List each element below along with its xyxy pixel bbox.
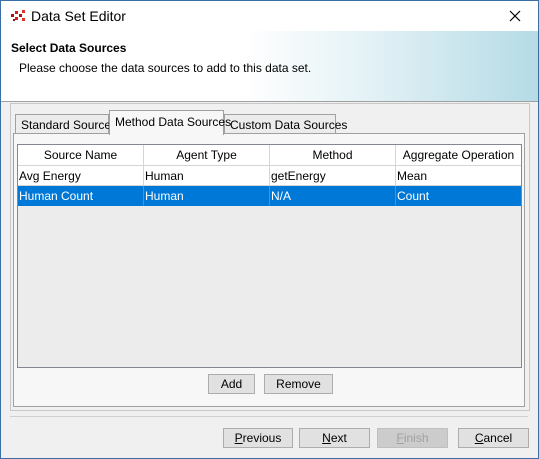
cell-agent-type[interactable]: Human	[144, 166, 270, 186]
page-description: Please choose the data sources to add to…	[19, 61, 312, 75]
tab-method-data-sources[interactable]: Method Data Sources	[109, 110, 231, 135]
button-label: revious	[242, 431, 282, 445]
tab-standard-sources[interactable]: Standard Sources	[15, 114, 117, 134]
footer-divider	[10, 416, 528, 417]
title-bar[interactable]: Data Set Editor	[1, 1, 538, 31]
mnemonic: N	[322, 431, 331, 445]
header-banner: Select Data Sources Please choose the da…	[1, 31, 538, 102]
cell-method[interactable]: N/A	[270, 186, 396, 206]
cell-agent-type[interactable]: Human	[144, 186, 270, 206]
previous-button[interactable]: Previous	[223, 428, 293, 448]
button-label: ancel	[483, 431, 513, 445]
column-header-method[interactable]: Method	[270, 145, 396, 165]
column-header-agent-type[interactable]: Agent Type	[144, 145, 270, 165]
table-row[interactable]: Avg Energy Human getEnergy Mean	[18, 166, 521, 186]
cell-source-name[interactable]: Human Count	[18, 186, 144, 206]
page-title: Select Data Sources	[11, 41, 127, 55]
tab-custom-data-sources[interactable]: Custom Data Sources	[224, 114, 347, 134]
button-label: inish	[403, 431, 429, 445]
mnemonic: P	[234, 431, 243, 445]
add-button[interactable]: Add	[208, 374, 255, 394]
content-panel: Standard Sources Method Data Sources Cus…	[10, 103, 530, 411]
finish-button[interactable]: Finish	[377, 428, 448, 448]
cell-aggregate-operation[interactable]: Mean	[396, 166, 521, 186]
tab-strip: Standard Sources Method Data Sources Cus…	[13, 110, 525, 135]
cell-source-name[interactable]: Avg Energy	[18, 166, 144, 186]
cell-aggregate-operation[interactable]: Count	[396, 186, 521, 206]
cancel-button[interactable]: Cancel	[458, 428, 529, 448]
close-icon[interactable]	[492, 1, 538, 31]
table-row-selected[interactable]: Human Count Human N/A Count	[18, 186, 521, 206]
data-sources-table[interactable]: Source Name Agent Type Method Aggregate …	[17, 144, 522, 368]
table-header: Source Name Agent Type Method Aggregate …	[18, 145, 521, 166]
cell-method[interactable]: getEnergy	[270, 166, 396, 186]
window-title: Data Set Editor	[31, 8, 126, 24]
column-header-aggregate-operation[interactable]: Aggregate Operation	[396, 145, 521, 165]
tab-content: Source Name Agent Type Method Aggregate …	[13, 133, 525, 407]
mnemonic: F	[396, 431, 404, 445]
dialog-window: Data Set Editor Select Data Sources Plea…	[0, 0, 539, 459]
next-button[interactable]: Next	[299, 428, 370, 448]
button-label: ext	[330, 431, 347, 445]
column-header-source-name[interactable]: Source Name	[18, 145, 144, 165]
remove-button[interactable]: Remove	[264, 374, 333, 394]
repast-icon	[10, 9, 26, 23]
